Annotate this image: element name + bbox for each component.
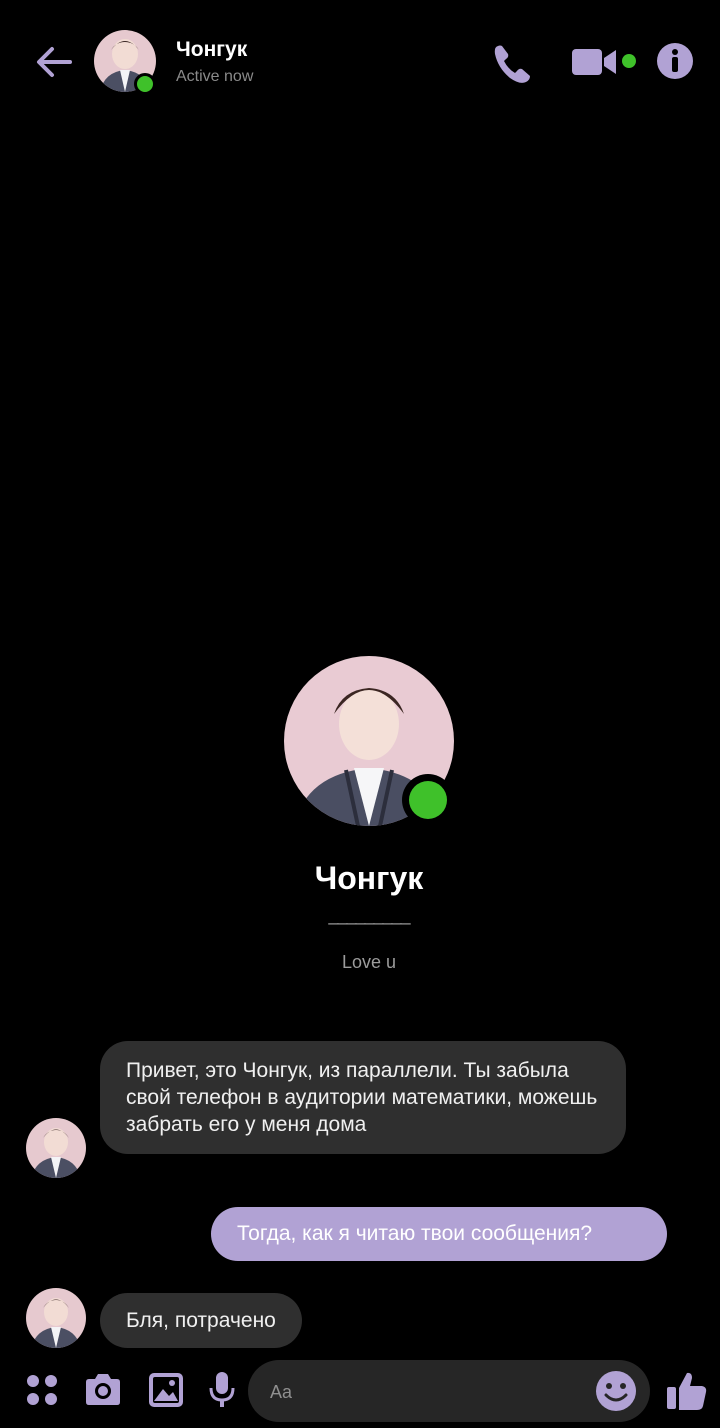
video-call-button[interactable] bbox=[568, 42, 620, 82]
message-bubble-incoming[interactable]: Бля, потрачено bbox=[100, 1293, 302, 1348]
phone-icon bbox=[494, 45, 530, 83]
message-avatar[interactable] bbox=[26, 1118, 86, 1178]
message-bubble-outgoing[interactable]: Тогда, как я читаю твои сообщения? bbox=[211, 1207, 667, 1261]
online-indicator bbox=[134, 73, 156, 95]
contact-status: Active now bbox=[176, 68, 254, 85]
back-button[interactable] bbox=[30, 38, 78, 86]
microphone-icon bbox=[209, 1372, 235, 1407]
message-bubble-incoming[interactable]: Привет, это Чонгук, из параллели. Ты заб… bbox=[100, 1041, 626, 1154]
profile-name: Чонгук bbox=[314, 860, 424, 896]
emoji-button[interactable] bbox=[594, 1369, 638, 1413]
message-input[interactable] bbox=[268, 1376, 572, 1408]
microphone-button[interactable] bbox=[200, 1368, 244, 1412]
video-camera-icon bbox=[572, 49, 616, 75]
camera-button[interactable] bbox=[81, 1368, 125, 1412]
emoji-icon bbox=[596, 1371, 636, 1411]
gallery-button[interactable] bbox=[144, 1368, 188, 1412]
profile-bio: Love u bbox=[341, 952, 397, 972]
thumbs-up-icon bbox=[667, 1372, 707, 1410]
info-icon bbox=[657, 43, 693, 79]
info-button[interactable] bbox=[654, 40, 696, 82]
profile-online-indicator bbox=[409, 781, 447, 819]
like-button[interactable] bbox=[664, 1368, 710, 1414]
contact-name[interactable]: Чонгук bbox=[176, 38, 247, 62]
image-icon bbox=[149, 1373, 183, 1407]
apps-grid-icon bbox=[27, 1375, 57, 1405]
apps-button[interactable] bbox=[20, 1368, 64, 1412]
message-composer[interactable] bbox=[248, 1360, 650, 1422]
arrow-left-icon bbox=[37, 47, 72, 77]
profile-divider: _________ bbox=[328, 905, 410, 925]
call-button[interactable] bbox=[488, 38, 538, 88]
camera-icon bbox=[86, 1374, 120, 1405]
message-avatar[interactable] bbox=[26, 1288, 86, 1348]
video-active-indicator bbox=[622, 54, 636, 68]
